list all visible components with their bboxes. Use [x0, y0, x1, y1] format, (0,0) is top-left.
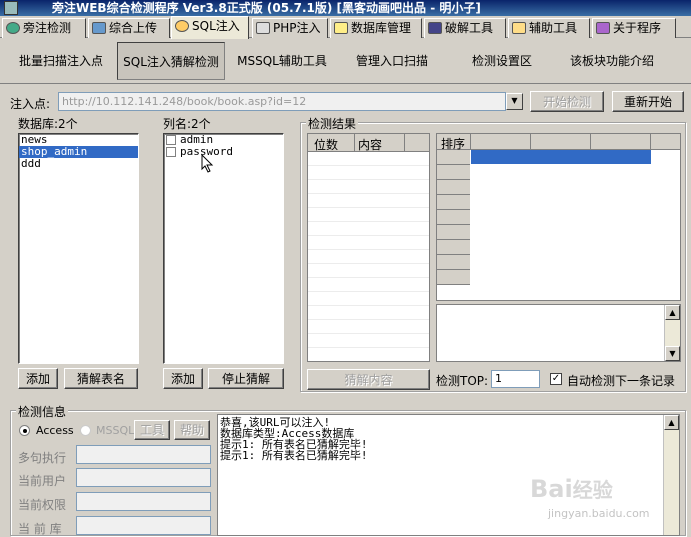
help-button[interactable]: 帮助 — [174, 420, 210, 440]
radio-access-label: Access — [36, 424, 74, 437]
col-header-content[interactable]: 内容 — [358, 136, 382, 153]
cursor-arrow-icon — [201, 154, 214, 173]
database-item[interactable]: ddd — [19, 158, 138, 170]
tab-label: 辅助工具 — [529, 21, 578, 35]
scroll-up-button[interactable]: ▲ — [665, 305, 680, 320]
subnav-sql-guess[interactable]: SQL注入猜解检测 — [117, 42, 225, 80]
field-current-db[interactable] — [76, 516, 211, 535]
field-current-permission[interactable] — [76, 492, 211, 511]
columns-list[interactable]: admin password — [163, 133, 284, 364]
watermark-url: jingyan.baidu.com — [548, 507, 650, 520]
tab-side-scan[interactable]: 旁注检测 — [2, 18, 86, 38]
tab-aux-tools[interactable]: 辅助工具 — [508, 18, 590, 38]
subnav-admin-scan[interactable]: 管理入口扫描 — [340, 42, 444, 80]
database-icon — [334, 22, 348, 34]
field-current-permission-label: 当前权限 — [18, 498, 67, 512]
log-scroll-up-button[interactable]: ▲ — [664, 415, 679, 430]
subnav-mssql-tools[interactable]: MSSQL辅助工具 — [230, 42, 334, 80]
tab-about[interactable]: 关于程序 — [592, 18, 676, 38]
watermark-logo: Bai经验 — [530, 475, 613, 503]
tab-label: 关于程序 — [613, 21, 662, 35]
top-label: 检测TOP: — [436, 374, 489, 388]
subnav-help[interactable]: 该板块功能介绍 — [558, 42, 666, 80]
field-current-user[interactable] — [76, 468, 211, 487]
field-multi-exec-label: 多句执行 — [18, 451, 67, 465]
tab-sql-injection[interactable]: SQL注入 — [171, 16, 249, 39]
guess-content-button[interactable]: 猜解内容 — [307, 369, 430, 390]
radio-mssql-label: MSSQL — [96, 424, 135, 437]
tab-label: 数据库管理 — [351, 21, 412, 35]
field-multi-exec[interactable] — [76, 445, 211, 464]
sort-grid-selected-row[interactable] — [471, 150, 651, 164]
url-dropdown-button[interactable]: ▼ — [506, 93, 523, 110]
main-tabs: 旁注检测 综合上传 SQL注入 PHP注入 数据库管理 破解工具 辅助工具 关于… — [0, 16, 691, 39]
database-list[interactable]: news shop_admin ddd — [18, 133, 139, 364]
window-title: 旁注WEB综合检测程序 Ver3.8正式版 (05.7.1版) [黑客动画吧出品… — [0, 0, 691, 16]
php-icon — [256, 22, 270, 34]
url-label: 注入点: — [10, 97, 51, 111]
tab-label: PHP注入 — [273, 21, 321, 35]
magnifier-icon — [175, 20, 189, 32]
field-current-db-label: 当 前 库 — [18, 522, 62, 536]
tab-label: 综合上传 — [109, 21, 158, 35]
app-icon — [4, 1, 18, 15]
column-item[interactable]: password — [164, 146, 283, 158]
clipboard-icon — [512, 22, 526, 34]
subnav-settings[interactable]: 检测设置区 — [450, 42, 554, 80]
url-input[interactable]: http://10.112.141.248/book/book.asp?id=1… — [58, 92, 506, 111]
top-input[interactable]: 1 — [491, 370, 540, 388]
keyboard-icon — [428, 22, 442, 34]
info-label: 检测信息 — [16, 403, 69, 420]
database-label: 数据库:2个 — [18, 117, 78, 131]
book-icon — [596, 22, 610, 34]
radio-mssql[interactable] — [80, 425, 91, 436]
tab-crack-tools[interactable]: 破解工具 — [424, 18, 506, 38]
upload-icon — [92, 22, 106, 34]
log-line: 提示1: 所有表名已猜解完毕! — [220, 449, 368, 462]
sort-grid[interactable]: 排序 — [436, 133, 681, 301]
auto-next-label: 自动检测下一条记录 — [567, 374, 676, 388]
radio-access[interactable] — [19, 425, 30, 436]
column-checkbox[interactable] — [166, 135, 176, 145]
restart-button[interactable]: 重新开始 — [612, 91, 684, 112]
add-table-button[interactable]: 添加 — [18, 368, 58, 389]
tool-button[interactable]: 工具 — [134, 420, 170, 440]
column-checkbox[interactable] — [166, 147, 176, 157]
globe-icon — [6, 22, 20, 34]
field-current-user-label: 当前用户 — [18, 474, 67, 488]
tab-db-manage[interactable]: 数据库管理 — [330, 18, 422, 38]
sort-grid-header: 排序 — [437, 134, 680, 151]
start-detect-button[interactable]: 开始检测 — [530, 91, 604, 112]
results-grid-header: 位数 内容 — [308, 134, 429, 153]
scroll-down-button[interactable]: ▼ — [665, 346, 680, 361]
columns-label: 列名:2个 — [163, 117, 211, 131]
auto-next-checkbox[interactable]: ✓ — [550, 373, 562, 385]
subnav-batch-scan[interactable]: 批量扫描注入点 — [8, 42, 114, 80]
result-detail-box[interactable]: ▲ ▼ — [436, 304, 681, 362]
tab-php-injection[interactable]: PHP注入 — [252, 18, 328, 38]
stop-guess-button[interactable]: 停止猜解 — [208, 368, 284, 389]
results-label: 检测结果 — [306, 115, 359, 132]
col-header-position[interactable]: 位数 — [314, 136, 338, 153]
add-column-button[interactable]: 添加 — [163, 368, 203, 389]
tab-label: SQL注入 — [192, 19, 240, 33]
results-grid[interactable]: 位数 内容 — [307, 133, 430, 362]
guess-tables-button[interactable]: 猜解表名 — [64, 368, 138, 389]
tab-upload[interactable]: 综合上传 — [88, 18, 170, 38]
tab-label: 破解工具 — [445, 21, 494, 35]
sql-subnav: 批量扫描注入点 SQL注入猜解检测 MSSQL辅助工具 管理入口扫描 检测设置区… — [0, 38, 691, 84]
tab-label: 旁注检测 — [23, 21, 72, 35]
